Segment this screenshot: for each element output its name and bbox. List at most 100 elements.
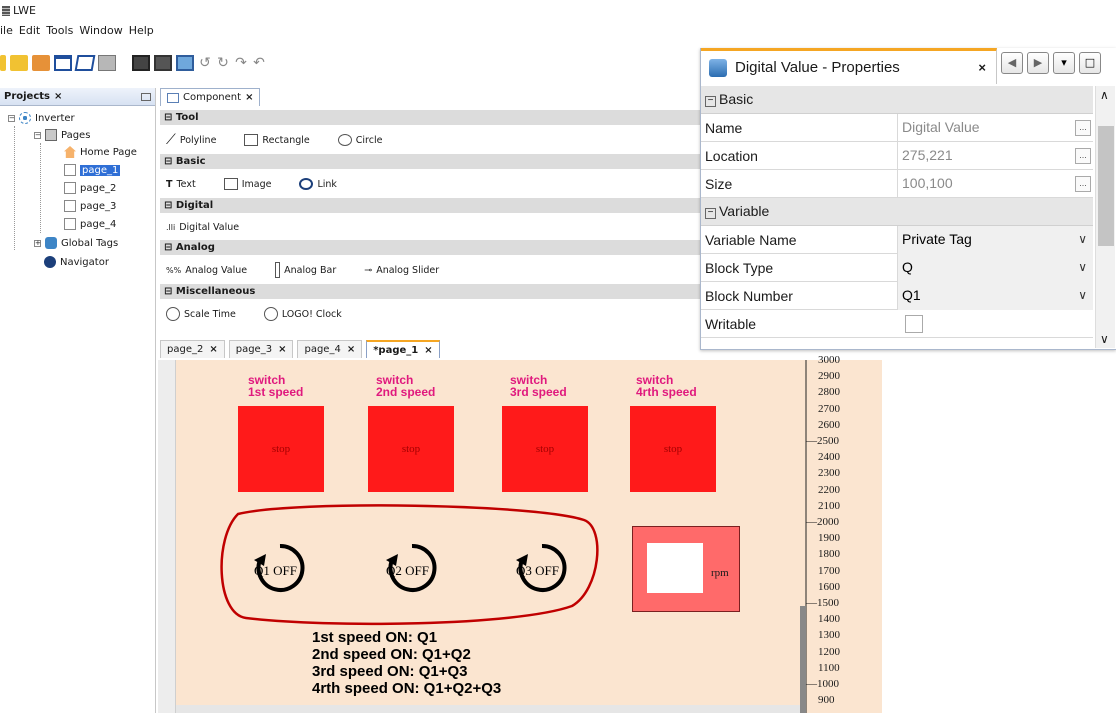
tree-item-pages[interactable]: − Pages (34, 129, 90, 141)
category-variable[interactable]: − Variable (701, 198, 1093, 226)
palette-item-text[interactable]: T Text (166, 179, 196, 190)
prop-row-block-number: Block Number Q1 ∨ (701, 282, 1093, 310)
collapse-icon[interactable]: − (8, 114, 15, 122)
menu-help[interactable]: Help (129, 24, 154, 42)
prop-dropdown[interactable]: Q1 (897, 282, 1093, 310)
tree-item-page-3[interactable]: page_3 (64, 200, 116, 212)
tree-item-page-1[interactable]: page_1 (64, 164, 121, 176)
palette-item-digital-value[interactable]: .lli Digital Value (166, 222, 239, 233)
ellipsis-button[interactable]: ... (1075, 148, 1091, 164)
close-icon[interactable]: × (978, 60, 986, 75)
prop-value[interactable]: 275,221 (897, 142, 1093, 170)
section-digital[interactable]: ⊟ Digital (160, 198, 700, 213)
maximize-icon[interactable]: □ (1079, 52, 1101, 74)
chevron-up-icon[interactable]: ∧ (1100, 88, 1109, 102)
new-folder-icon[interactable] (10, 55, 28, 71)
chevron-down-icon[interactable]: ∨ (1078, 232, 1087, 246)
expand-icon[interactable]: + (34, 239, 41, 247)
gauge-tick-label: 2700 (818, 402, 840, 415)
prop-value[interactable]: 100,100 (897, 170, 1093, 198)
redo-icon[interactable]: ↻ (216, 55, 230, 71)
compile-icon[interactable] (132, 55, 150, 71)
collapse-icon[interactable]: − (705, 208, 716, 219)
section-miscellaneous[interactable]: ⊟ Miscellaneous (160, 284, 700, 299)
collapse-icon[interactable]: − (34, 131, 41, 139)
palette-item-polyline[interactable]: ⟋ Polyline (166, 132, 216, 148)
vertical-scrollbar[interactable]: ∧ ∨ (1095, 86, 1115, 348)
image-icon (223, 178, 238, 190)
tab-page-3[interactable]: page_3 × (228, 340, 294, 358)
save-as-icon[interactable] (74, 55, 96, 71)
palette-item-analog-bar[interactable]: Analog Bar (275, 262, 336, 278)
palette-item-rectangle[interactable]: Rectangle (244, 134, 310, 146)
scroll-right-icon[interactable]: ▶ (1027, 52, 1049, 74)
properties-tab[interactable]: Digital Value - Properties × (701, 48, 997, 84)
component-tab[interactable]: Component × (160, 88, 261, 106)
projects-tab[interactable]: Projects × (0, 88, 155, 106)
prop-dropdown[interactable]: Q (897, 254, 1093, 282)
dropdown-icon[interactable]: ▾ (1053, 52, 1075, 74)
tab-label: page_2 (167, 344, 204, 355)
hmi-canvas[interactable]: switch 1st speed switch 2nd speed switch 3r… (176, 360, 800, 713)
tree-item-global-tags[interactable]: + Global Tags (34, 237, 118, 249)
item-label: LOGO! Clock (281, 308, 342, 320)
redo-all-icon[interactable]: ↷ (234, 55, 248, 71)
new-project-icon[interactable] (0, 55, 6, 71)
download-icon[interactable] (154, 55, 172, 71)
close-icon[interactable]: × (54, 91, 62, 102)
save-icon[interactable] (54, 55, 72, 71)
tree-item-inverter[interactable]: − Inverter (8, 112, 75, 124)
tab-label: page_3 (235, 344, 273, 355)
tree-item-navigator[interactable]: Navigator (44, 256, 109, 268)
chevron-down-icon[interactable]: ∨ (1078, 288, 1087, 302)
minimize-icon[interactable] (141, 92, 151, 101)
palette-item-analog-value[interactable]: %% Analog Value (166, 265, 247, 276)
scroll-left-icon[interactable]: ◀ (1001, 52, 1023, 74)
chevron-down-icon[interactable]: ∨ (1078, 260, 1087, 274)
rpm-digital-value[interactable]: rpm (632, 526, 740, 612)
close-icon[interactable]: × (347, 344, 355, 355)
tab-page-4[interactable]: page_4 × (297, 340, 363, 358)
undo-all-icon[interactable]: ↶ (252, 55, 266, 71)
prop-dropdown[interactable]: Private Tag (897, 226, 1093, 254)
menu-tools[interactable]: Tools (46, 24, 73, 42)
palette-item-scale-time[interactable]: Scale Time (166, 307, 236, 321)
palette-item-link[interactable]: Link (299, 178, 337, 190)
misc-items: Scale Time LOGO! Clock (160, 304, 700, 324)
section-basic[interactable]: ⊟ Basic (160, 154, 700, 169)
close-icon[interactable]: × (245, 92, 253, 103)
tab-page-2[interactable]: page_2 × (160, 340, 225, 358)
rotor-status-1: Q1 OFF (254, 563, 297, 578)
close-icon[interactable]: × (278, 344, 286, 355)
collapse-icon[interactable]: − (705, 96, 716, 107)
category-basic[interactable]: − Basic (701, 86, 1093, 114)
undo-icon[interactable]: ↺ (198, 55, 212, 71)
ellipsis-button[interactable]: ... (1075, 176, 1091, 192)
close-icon[interactable]: × (209, 344, 217, 355)
scrollbar-thumb[interactable] (1098, 126, 1114, 246)
prop-value[interactable]: Digital Value (897, 114, 1093, 142)
online-icon[interactable] (176, 55, 194, 71)
gauge-tick-label: 2900 (818, 370, 840, 383)
chevron-down-icon[interactable]: ∨ (1100, 332, 1109, 346)
menu-edit[interactable]: Edit (19, 24, 40, 42)
tree-item-page-2[interactable]: page_2 (64, 182, 116, 194)
close-icon[interactable]: × (424, 345, 432, 356)
writable-checkbox[interactable] (905, 315, 923, 333)
section-tool[interactable]: ⊟ Tool (160, 110, 700, 125)
page-icon (64, 182, 76, 194)
palette-item-image[interactable]: Image (223, 178, 271, 190)
menu-file[interactable]: ile (0, 24, 13, 42)
palette-item-analog-slider[interactable]: ⊸ Analog Slider (364, 265, 439, 276)
tab-page-1[interactable]: *page_1 × (366, 340, 440, 358)
section-analog[interactable]: ⊟ Analog (160, 240, 700, 255)
menu-window[interactable]: Window (79, 24, 122, 42)
palette-item-logo-clock[interactable]: LOGO! Clock (263, 307, 342, 321)
horizontal-scrollbar[interactable] (176, 705, 800, 713)
clipboard-icon[interactable] (98, 55, 116, 71)
ellipsis-button[interactable]: ... (1075, 120, 1091, 136)
tree-item-home-page[interactable]: Home Page (64, 146, 137, 158)
open-folder-icon[interactable] (32, 55, 50, 71)
palette-item-circle[interactable]: Circle (337, 134, 382, 146)
tree-item-page-4[interactable]: page_4 (64, 218, 116, 230)
